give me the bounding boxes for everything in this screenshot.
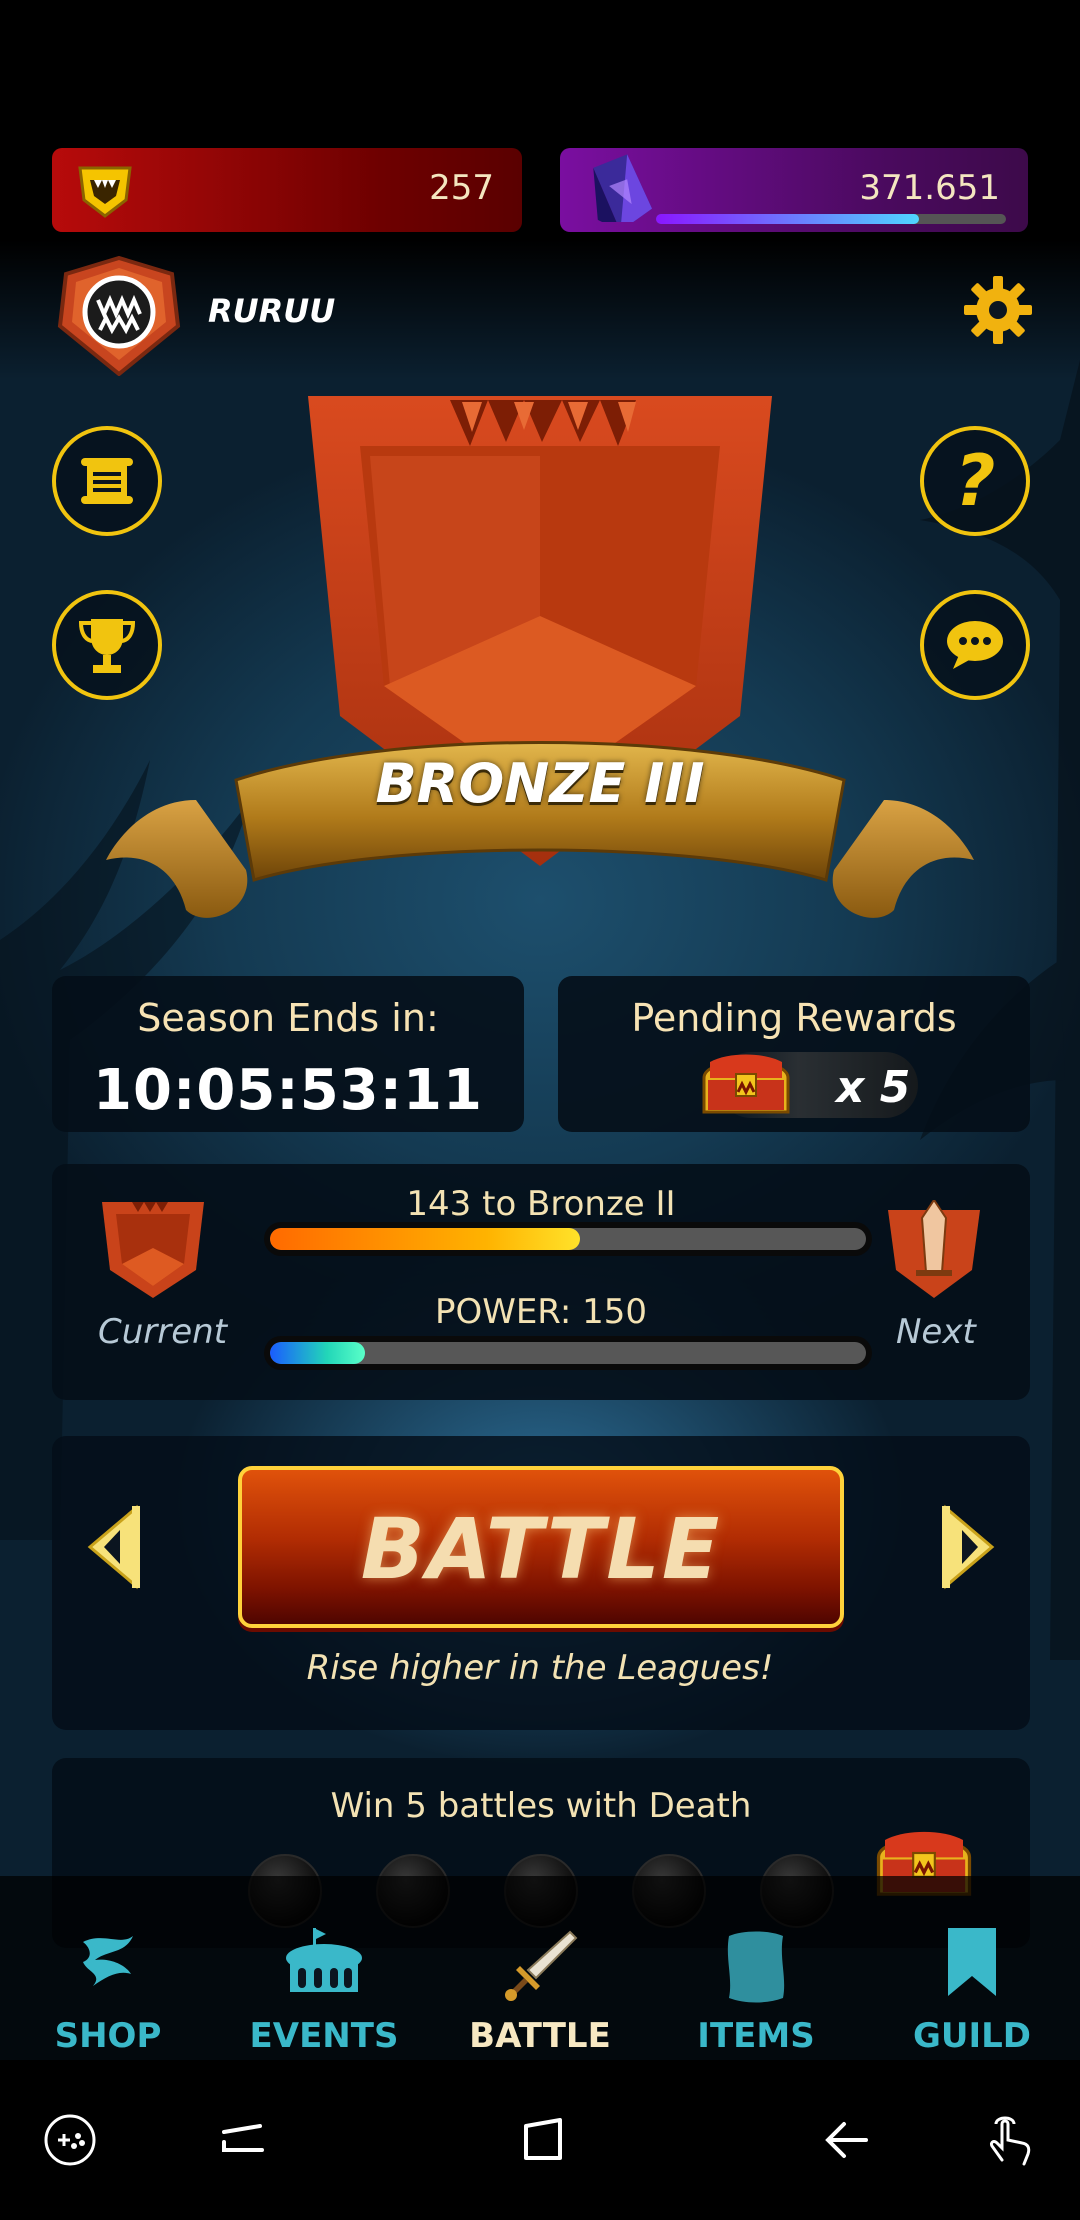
credits-balance-value: 371.651	[859, 168, 1000, 208]
nav-label-events: EVENTS	[249, 2016, 399, 2056]
quest-title: Win 5 battles with Death	[330, 1786, 752, 1826]
shop-icon	[83, 1936, 133, 1986]
app-screen: 257 371.651 RURUU ? BRONZE III Season En…	[0, 0, 1080, 2060]
touch-gesture-icon[interactable]	[978, 2110, 1038, 2170]
leaderboard-button[interactable]	[52, 590, 162, 700]
pending-rewards-panel[interactable]: Pending Rewards x 5	[558, 976, 1030, 1132]
credits-balance-bar[interactable]: 371.651	[560, 148, 1028, 232]
battle-button-label: BATTLE	[360, 1500, 722, 1598]
game-tools-icon[interactable]	[40, 2110, 100, 2170]
rules-scroll-button[interactable]	[52, 426, 162, 536]
chat-bubble-icon	[947, 621, 1003, 669]
nav-label-shop: SHOP	[54, 2016, 162, 2056]
chat-button[interactable]	[920, 590, 1030, 700]
battle-sword-icon	[505, 1930, 578, 2001]
nav-tab-events[interactable]: EVENTS	[216, 1876, 432, 2060]
xp-progress-track	[656, 214, 1006, 224]
scroll-icon	[81, 458, 133, 504]
power-progress-fill	[270, 1342, 366, 1364]
dec-balance-value: 257	[429, 168, 494, 208]
back-icon[interactable]	[818, 2110, 878, 2170]
next-league-caption: Next	[896, 1312, 976, 1352]
player-name: RURUU	[208, 292, 336, 330]
crystal-icon	[593, 154, 652, 222]
next-league-icon	[888, 1200, 980, 1298]
system-navigation-bar	[0, 2060, 1080, 2220]
pending-rewards-label: Pending Rewards	[631, 996, 957, 1040]
home-icon[interactable]	[514, 2110, 574, 2170]
next-mode-arrow-icon[interactable]	[938, 1502, 998, 1592]
bottom-navigation: SHOP EVENTS BATTLE ITEMS GUILD	[0, 1876, 1080, 2060]
nav-tab-shop[interactable]: SHOP	[0, 1876, 216, 2060]
previous-mode-arrow-icon[interactable]	[84, 1502, 144, 1592]
dec-balance-bar[interactable]: 257	[52, 148, 522, 232]
nav-tab-battle[interactable]: BATTLE	[432, 1876, 648, 2060]
rating-progress-track	[264, 1222, 872, 1256]
recent-apps-icon[interactable]	[214, 2110, 274, 2170]
dec-token-icon	[78, 166, 132, 218]
league-title: BRONZE III	[375, 752, 705, 815]
player-avatar[interactable]	[52, 256, 186, 376]
season-label: Season Ends in:	[137, 996, 439, 1040]
nav-tab-guild[interactable]: GUILD	[864, 1876, 1080, 2060]
nav-label-guild: GUILD	[912, 2016, 1032, 2056]
rating-progress-fill	[270, 1228, 580, 1250]
nav-label-battle: BATTLE	[469, 2016, 611, 2056]
events-icon	[286, 1928, 362, 1992]
trophy-icon	[79, 619, 135, 673]
power-progress-track	[264, 1336, 872, 1370]
nav-tab-items[interactable]: ITEMS	[648, 1876, 864, 2060]
season-timer-panel: Season Ends in: 10:05:53:11	[52, 976, 524, 1132]
season-countdown: 10:05:53:11	[93, 1058, 483, 1123]
battle-button[interactable]: BATTLE	[238, 1466, 844, 1628]
settings-gear-icon[interactable]	[962, 274, 1034, 346]
pending-rewards-count: x 5	[836, 1062, 911, 1113]
guild-icon	[948, 1928, 996, 1996]
battle-subtitle: Rise higher in the Leagues!	[306, 1648, 774, 1688]
reward-chest-icon	[702, 1054, 790, 1114]
league-progress-panel: Current 143 to Bronze II POWER: 150 Next	[52, 1164, 1030, 1400]
nav-label-items: ITEMS	[697, 2016, 815, 2056]
xp-progress-fill	[656, 214, 919, 224]
question-mark-icon: ?	[954, 440, 996, 522]
items-icon	[727, 1931, 785, 2003]
help-button[interactable]: ?	[920, 426, 1030, 536]
